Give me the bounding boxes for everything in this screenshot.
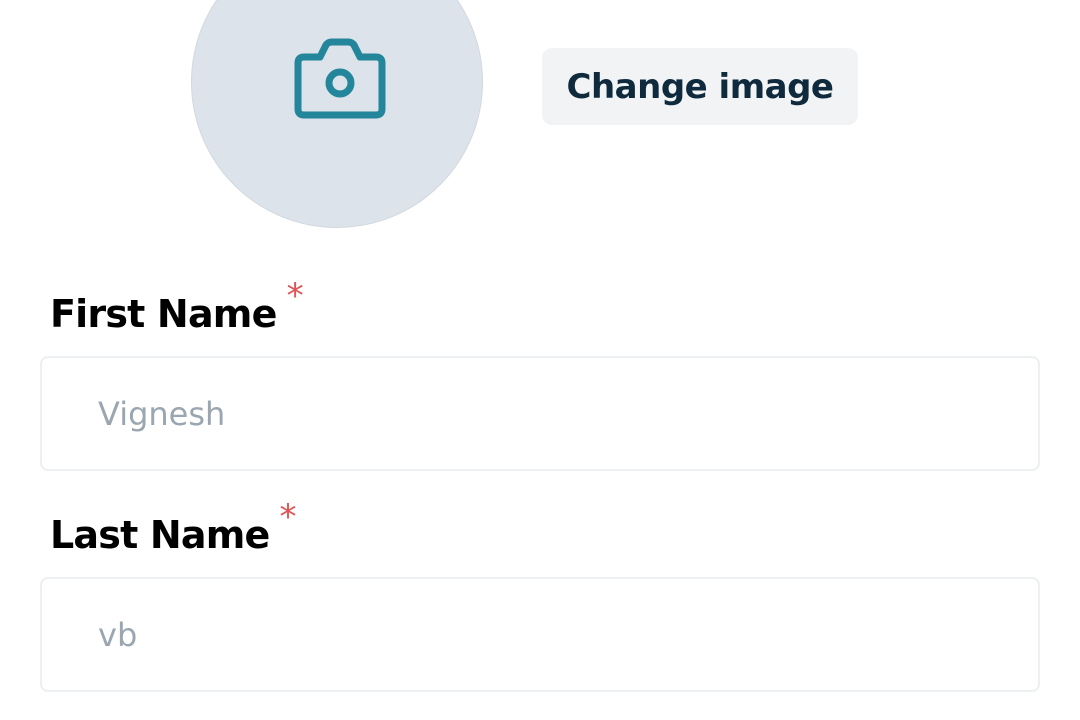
first-name-label-text: First Name [50,292,277,336]
first-name-label: First Name * [50,276,304,336]
change-image-button[interactable]: Change image [542,48,858,125]
first-name-field[interactable] [40,356,1040,471]
last-name-label: Last Name * [50,497,296,557]
camera-icon [294,38,386,119]
last-name-field[interactable] [40,577,1040,692]
required-asterisk: * [279,497,296,537]
last-name-label-text: Last Name [50,513,270,557]
required-asterisk: * [286,276,304,316]
profile-edit-form: Change image First Name* Last Name* [0,0,1080,720]
avatar[interactable] [191,0,483,228]
